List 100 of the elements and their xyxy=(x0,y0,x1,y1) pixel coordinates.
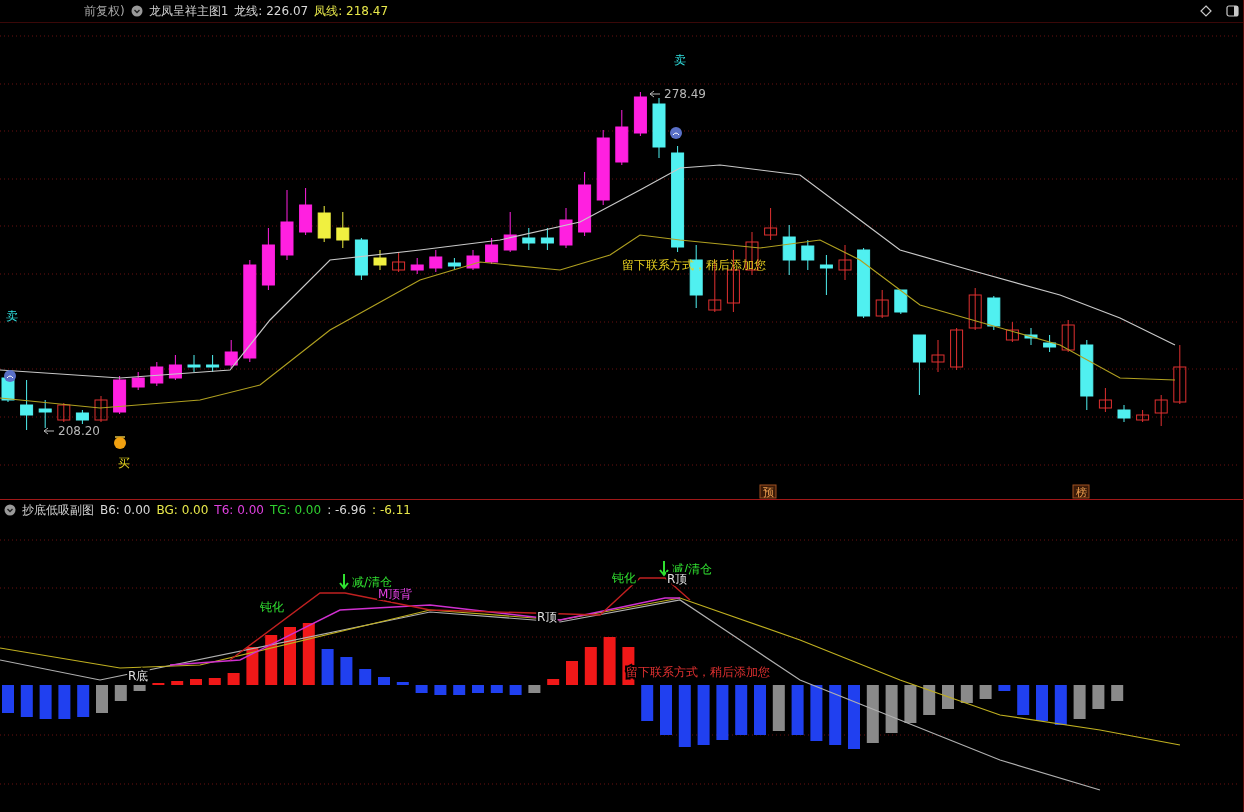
histogram-bar xyxy=(1111,685,1124,701)
candlestick xyxy=(522,227,536,251)
histogram-bar xyxy=(472,685,484,693)
candlestick xyxy=(950,327,964,371)
histogram-bar xyxy=(227,673,240,685)
histogram-bar xyxy=(58,685,71,719)
histogram-bar xyxy=(378,677,390,685)
candlestick xyxy=(1061,319,1075,353)
histogram-bar xyxy=(190,679,202,685)
candlestick xyxy=(299,187,313,236)
candlestick xyxy=(875,289,889,319)
histogram-bar xyxy=(1073,685,1086,719)
histogram-bar xyxy=(998,685,1011,691)
candlestick xyxy=(150,361,164,387)
coin-icon xyxy=(114,436,126,449)
candlestick xyxy=(75,409,89,425)
event-marker[interactable]: 榜 xyxy=(1072,484,1090,499)
histogram-bar xyxy=(660,685,672,735)
histogram-bar xyxy=(904,685,917,723)
candlestick xyxy=(540,227,554,251)
panel-toggle-icon[interactable] xyxy=(1226,5,1239,17)
indicator-value: B6: 0.00 xyxy=(100,503,151,517)
histogram-bar xyxy=(942,685,954,709)
candlestick xyxy=(1136,409,1150,423)
histogram-bar xyxy=(1092,685,1105,709)
histogram-bar xyxy=(415,685,428,693)
pointer-arrow-icon xyxy=(649,90,661,98)
candlestick xyxy=(857,247,871,319)
histogram-bar xyxy=(528,685,541,693)
indicator-value: : -6.11 xyxy=(372,503,411,517)
histogram-bar xyxy=(396,682,409,685)
candlestick xyxy=(652,97,666,159)
histogram-bar xyxy=(810,685,823,741)
indicator-value: T6: 0.00 xyxy=(214,503,264,517)
histogram-bar xyxy=(979,685,992,699)
candlestick xyxy=(466,249,480,271)
indicator-value: TG: 0.00 xyxy=(269,503,322,517)
candlestick xyxy=(336,211,350,249)
indicator-title: 龙凤呈祥主图1 xyxy=(148,2,229,20)
histogram-bar xyxy=(2,685,14,713)
candlestick xyxy=(1117,404,1131,423)
collapse-icon[interactable] xyxy=(4,504,16,516)
candlestick xyxy=(373,249,387,271)
signal-label: M顶背 xyxy=(378,587,413,601)
candlestick xyxy=(633,91,647,137)
histogram-bar xyxy=(208,678,221,685)
histogram-bar xyxy=(77,685,90,717)
histogram-bar xyxy=(321,649,334,685)
price-label: 208.20 xyxy=(58,424,100,438)
candlestick xyxy=(168,354,182,381)
histogram-bar xyxy=(359,669,372,685)
indicator-value: BG: 0.00 xyxy=(156,503,209,517)
histogram-bar xyxy=(20,685,33,717)
candlestick xyxy=(559,207,573,249)
candlestick xyxy=(206,354,220,373)
collapse-icon[interactable] xyxy=(130,5,143,17)
candlestick xyxy=(801,239,815,271)
histogram-bar xyxy=(547,679,560,685)
event-marker[interactable]: 预 xyxy=(759,484,777,499)
buy-signal-label: 买 xyxy=(118,456,130,470)
histogram-bar xyxy=(1054,685,1067,725)
signal-label: 钝化 xyxy=(612,571,636,585)
price-label: 278.49 xyxy=(664,87,706,101)
histogram-bar xyxy=(848,685,860,749)
signal-label: R顶 xyxy=(667,572,688,586)
candlestick xyxy=(447,257,461,271)
histogram-bar xyxy=(302,623,315,685)
candlestick xyxy=(1080,339,1094,411)
histogram-bar xyxy=(923,685,936,715)
histogram-bar xyxy=(735,685,748,735)
histogram-bar xyxy=(453,685,466,695)
candlestick xyxy=(317,205,331,243)
pointer-arrow-icon xyxy=(43,427,55,435)
candlestick xyxy=(968,287,982,331)
candlestick xyxy=(1173,344,1187,405)
sell-signal-label: 卖 xyxy=(674,53,686,67)
diamond-icon[interactable] xyxy=(1200,5,1212,17)
histogram-bar xyxy=(133,685,146,691)
candlestick xyxy=(187,354,201,373)
candlestick xyxy=(1005,321,1019,343)
histogram-bar xyxy=(340,657,353,685)
histogram-bar xyxy=(716,685,729,740)
candlestick xyxy=(1043,334,1057,353)
histogram-bar xyxy=(584,647,597,685)
candlestick xyxy=(485,237,499,265)
histogram-bar xyxy=(754,685,766,735)
candlestick xyxy=(429,249,443,273)
histogram-bar xyxy=(39,685,52,719)
candlestick xyxy=(838,244,852,281)
histogram-bar xyxy=(265,635,278,685)
candlestick xyxy=(503,211,517,253)
down-arrow-icon xyxy=(659,560,669,577)
candlestick xyxy=(280,189,294,261)
histogram-bar xyxy=(885,685,898,733)
candlestick xyxy=(410,257,424,275)
histogram-bar xyxy=(772,685,785,731)
candlestick xyxy=(931,339,945,373)
candlestick xyxy=(113,375,127,415)
candlestick xyxy=(224,339,238,369)
histogram-bar xyxy=(641,685,654,721)
